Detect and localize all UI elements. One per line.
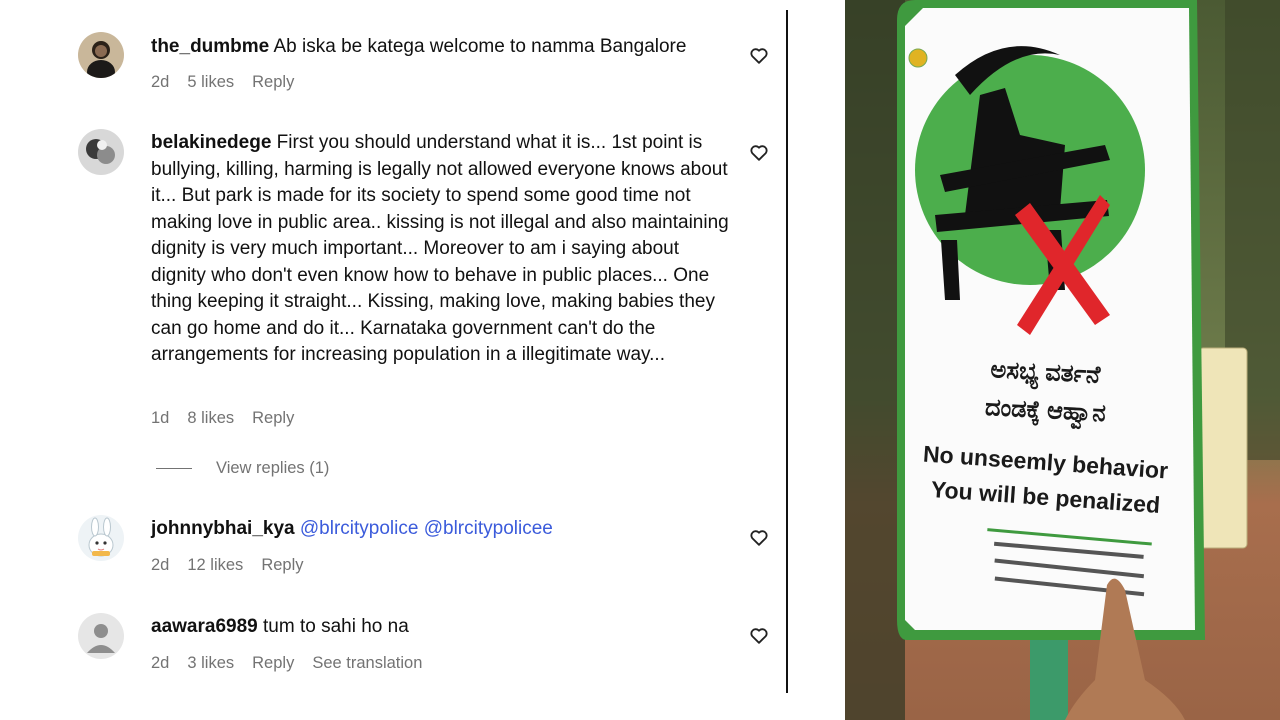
reply-button[interactable]: Reply: [252, 409, 294, 428]
username[interactable]: johnnybhai_kya: [151, 518, 295, 539]
heart-icon[interactable]: [748, 624, 770, 646]
yellow-box: [1198, 347, 1248, 549]
timestamp: 2d: [151, 654, 170, 672]
heart-icon[interactable]: [748, 44, 770, 66]
likes-count[interactable]: 12 likes: [187, 556, 243, 575]
avatar[interactable]: [78, 515, 124, 561]
tree-trunk-left: [845, 0, 905, 720]
reply-button[interactable]: Reply: [261, 556, 303, 575]
reply-button[interactable]: Reply: [252, 654, 294, 673]
username[interactable]: aawara6989: [151, 616, 258, 637]
likes-count[interactable]: 5 likes: [187, 73, 234, 92]
comments-panel: the_dumbme Ab iska be katega welcome to …: [0, 0, 788, 720]
sign-illustration: ಅಸಭ್ಯ ವರ್ತನೆ ದಂಡಕ್ಕೆ ಆಹ್ವಾನ No unseemly …: [845, 0, 1280, 720]
comment-content: Ab iska be katega welcome to namma Banga…: [273, 36, 687, 57]
view-replies-label: View replies (1): [216, 459, 330, 477]
sign-photo: ಅಸಭ್ಯ ವರ್ತನೆ ದಂಡಕ್ಕೆ ಆಹ್ವಾನ No unseemly …: [845, 0, 1280, 720]
view-replies-button[interactable]: View replies (1): [156, 459, 329, 478]
timestamp: 2d: [151, 556, 170, 574]
comment-text: belakinedege First you should understand…: [151, 130, 731, 369]
likes-count[interactable]: 3 likes: [187, 654, 234, 673]
avatar[interactable]: [78, 129, 124, 175]
username[interactable]: belakinedege: [151, 132, 271, 153]
timestamp: 1d: [151, 409, 170, 427]
sign-emblem: [908, 48, 928, 68]
comment-meta: 2d 12 likes Reply: [151, 556, 304, 575]
reply-button[interactable]: Reply: [252, 73, 294, 92]
timestamp: 2d: [151, 73, 170, 91]
replies-divider: [156, 468, 192, 469]
comment-meta: 2d 3 likes Reply See translation: [151, 654, 422, 673]
avatar[interactable]: [78, 32, 124, 78]
comment-text: aawara6989 tum to sahi ho na: [151, 614, 731, 641]
comment-meta: 2d 5 likes Reply: [151, 73, 294, 92]
comment-content: tum to sahi ho na: [263, 616, 409, 637]
heart-icon[interactable]: [748, 141, 770, 163]
comment-content: First you should understand what it is..…: [151, 132, 729, 365]
see-translation-button[interactable]: See translation: [312, 654, 422, 673]
heart-icon[interactable]: [748, 526, 770, 548]
comment-text: the_dumbme Ab iska be katega welcome to …: [151, 34, 731, 61]
avatar[interactable]: [78, 613, 124, 659]
comment-meta: 1d 8 likes Reply: [151, 409, 294, 428]
panel-divider: [786, 10, 788, 693]
username[interactable]: the_dumbme: [151, 36, 269, 57]
mention-link[interactable]: @blrcitypolicee: [424, 518, 553, 539]
comment-text: johnnybhai_kya @blrcitypolice @blrcitypo…: [151, 516, 731, 543]
mention-link[interactable]: @blrcitypolice: [300, 518, 419, 539]
likes-count[interactable]: 8 likes: [187, 409, 234, 428]
